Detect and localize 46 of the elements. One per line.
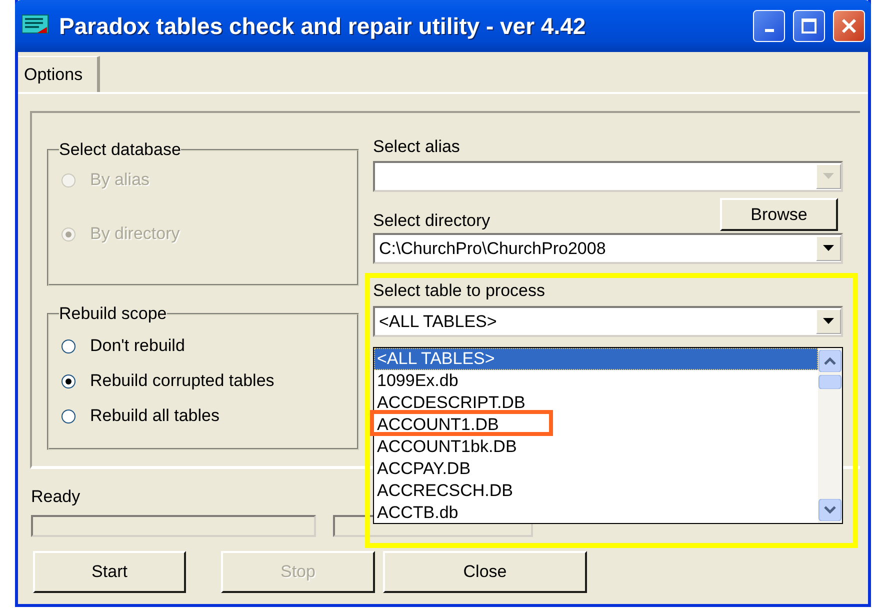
list-item[interactable]: ACCPAY.DB (374, 458, 818, 480)
close-button[interactable] (833, 10, 865, 42)
push-button[interactable]: Start (33, 551, 186, 593)
scroll-up-button[interactable] (818, 350, 842, 372)
push-button[interactable]: Close (383, 551, 587, 593)
group-label: Select database (59, 140, 181, 160)
group-label: Rebuild scope (59, 304, 167, 324)
table-dropdown[interactable]: <ALL TABLES> (373, 306, 843, 337)
browse-button[interactable]: Browse (720, 198, 838, 231)
radio-label: Don't rebuild (90, 336, 185, 356)
list-item[interactable]: <ALL TABLES> (374, 348, 818, 370)
scroll-thumb[interactable] (818, 375, 842, 389)
maximize-icon (801, 18, 817, 34)
alias-dropdown[interactable] (373, 161, 843, 192)
dropdown-arrow-button[interactable] (816, 236, 841, 261)
directory-dropdown[interactable]: C:\ChurchPro\ChurchPro2008 (373, 233, 843, 264)
radio-label: Rebuild corrupted tables (90, 371, 274, 391)
list-item[interactable]: 1099Ex.db (374, 370, 818, 392)
field-label: Select table to process (373, 281, 546, 301)
field-label: Select alias (373, 137, 461, 157)
caret-icon (823, 245, 834, 252)
close-icon (841, 18, 857, 34)
radio-button[interactable] (61, 338, 76, 354)
dropdown-arrow-button[interactable] (816, 309, 841, 334)
dropdown-value: <ALL TABLES> (379, 312, 497, 332)
minimize-button[interactable] (753, 10, 785, 42)
list-item[interactable]: ACCOUNT1.DB (374, 414, 818, 436)
minimize-icon (764, 28, 774, 32)
window-title: Paradox tables check and repair utility - ver 4.42 (59, 12, 587, 40)
status-text: Ready (31, 487, 80, 507)
list-item[interactable]: ACCDESCRIPT.DB (374, 392, 818, 414)
field-label: Select directory (373, 211, 490, 231)
radio-label: By alias (90, 170, 150, 190)
scrollbar[interactable] (818, 348, 842, 523)
maximize-button[interactable] (793, 10, 825, 42)
radio-button[interactable] (61, 374, 76, 388)
radio-label: Rebuild all tables (90, 406, 220, 426)
dropdown-value: C:\ChurchPro\ChurchPro2008 (379, 238, 606, 258)
caret-icon (823, 318, 834, 325)
list-item[interactable]: ACCTB.db (374, 502, 818, 524)
scroll-down-button[interactable] (818, 499, 842, 521)
radio-button[interactable] (61, 408, 76, 424)
list-item[interactable]: ACCOUNT1bk.DB (374, 436, 818, 458)
tab[interactable]: Options (18, 56, 100, 92)
radio-label: By directory (90, 224, 180, 244)
list-item[interactable]: ACCRECSCH.DB (374, 480, 818, 502)
